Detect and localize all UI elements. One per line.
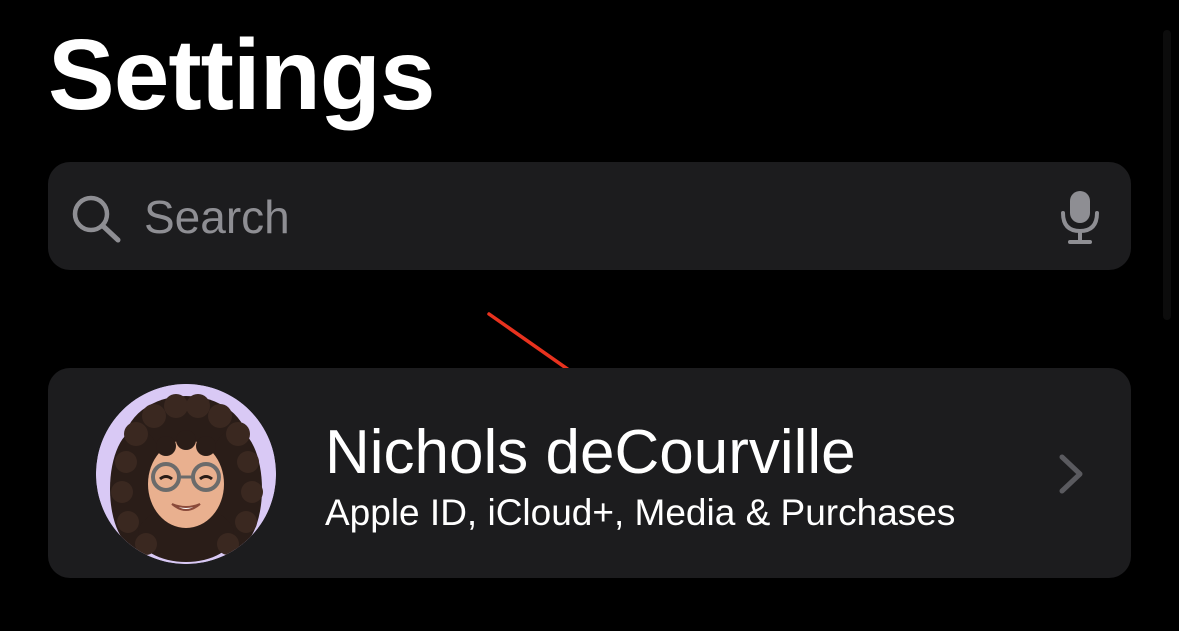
page-title: Settings (48, 19, 435, 131)
chevron-right-icon (1059, 454, 1083, 494)
scroll-indicator (1163, 30, 1171, 320)
microphone-icon[interactable] (1058, 189, 1102, 245)
profile-subtitle: Apple ID, iCloud+, Media & Purchases (325, 492, 956, 533)
avatar (96, 384, 276, 564)
search-icon (72, 195, 121, 243)
memoji-avatar-icon (96, 384, 276, 564)
profile-name: Nichols deCourville (325, 418, 856, 487)
search-input[interactable] (144, 186, 1024, 248)
